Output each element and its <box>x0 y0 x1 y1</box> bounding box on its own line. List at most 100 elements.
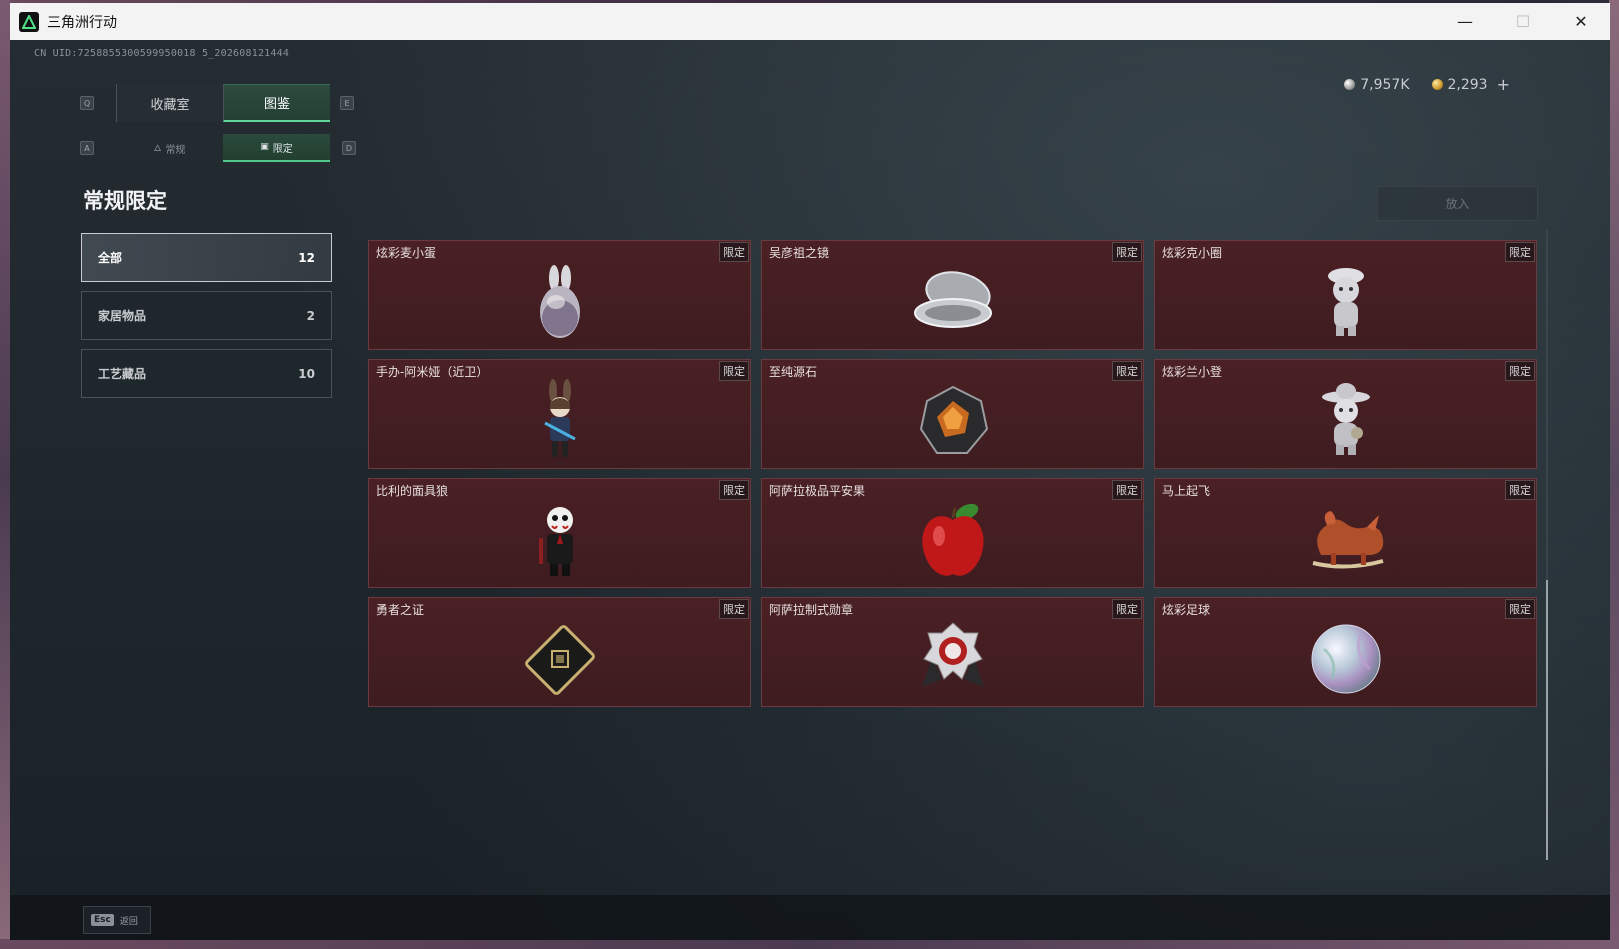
item-name: 阿萨拉制式勋章 <box>769 603 854 617</box>
item-card[interactable]: 勇者之证 限定 <box>368 597 751 707</box>
page-title: 常规限定 <box>83 189 167 213</box>
category-count: 12 <box>298 250 315 265</box>
window-controls: — ☐ ✕ <box>1436 3 1610 40</box>
card-icon <box>515 616 605 702</box>
main-tabs: 收藏室 图鉴 <box>116 84 330 122</box>
silver-currency: 7,957K <box>1344 75 1410 94</box>
bottom-bar <box>10 895 1610 940</box>
desktop-background-bottom <box>0 939 1619 949</box>
currency-display: 7,957K 2,293 + <box>1344 75 1510 94</box>
add-currency-button[interactable]: + <box>1497 75 1510 94</box>
egg-bunny-icon <box>515 259 605 345</box>
crystal-icon <box>908 378 998 464</box>
tab-limited[interactable]: ▣ 限定 <box>223 134 330 162</box>
key-q-hint: Q <box>80 96 94 110</box>
limited-badge: 限定 <box>1505 361 1535 381</box>
item-name: 勇者之证 <box>376 603 425 617</box>
item-card[interactable]: 至纯源石 限定 <box>761 359 1144 469</box>
limited-badge: 限定 <box>1112 599 1142 619</box>
limited-badge: 限定 <box>719 242 749 262</box>
gold-coin-icon <box>1431 79 1443 90</box>
image-icon: ▣ <box>260 142 269 152</box>
item-name: 炫彩克小圈 <box>1162 246 1223 260</box>
desktop-background-left <box>0 0 10 949</box>
category-craft-collectibles[interactable]: 工艺藏品 10 <box>81 349 332 398</box>
figure-hat-icon <box>1301 259 1391 345</box>
limited-badge: 限定 <box>719 480 749 500</box>
limited-badge: 限定 <box>1112 242 1142 262</box>
tab-regular-label: 常规 <box>165 144 186 156</box>
item-card[interactable]: 吴彦祖之镜 限定 <box>761 240 1144 350</box>
tab-regular[interactable]: 🜂 常规 <box>116 134 223 162</box>
silver-amount: 7,957K <box>1360 76 1410 93</box>
category-label: 全部 <box>98 251 123 265</box>
desktop-background-right <box>1609 0 1619 949</box>
category-list: 全部 12 家居物品 2 工艺藏品 10 <box>81 233 332 407</box>
limited-badge: 限定 <box>719 361 749 381</box>
scrollbar-thumb[interactable] <box>1546 580 1548 860</box>
item-card[interactable]: 炫彩兰小登 限定 <box>1154 359 1537 469</box>
esc-key-icon: Esc <box>91 914 114 926</box>
window-title: 三角洲行动 <box>47 14 117 31</box>
gold-amount: 2,293 <box>1447 76 1488 93</box>
category-count: 2 <box>306 308 315 323</box>
silver-coin-icon <box>1344 79 1356 90</box>
limited-badge: 限定 <box>1505 480 1535 500</box>
apple-icon <box>908 497 998 583</box>
ball-icon <box>1301 616 1391 702</box>
category-label: 工艺藏品 <box>98 367 147 381</box>
key-a-hint: A <box>80 141 94 155</box>
bunny-figure-icon <box>515 378 605 464</box>
key-d-hint: D <box>342 141 356 155</box>
item-card[interactable]: 比利的面具狼 限定 <box>368 478 751 588</box>
item-card[interactable]: 炫彩麦小蛋 限定 <box>368 240 751 350</box>
horse-icon <box>1301 497 1391 583</box>
flame-icon: 🜂 <box>153 144 162 154</box>
item-card[interactable]: 阿萨拉制式勋章 限定 <box>761 597 1144 707</box>
close-button[interactable]: ✕ <box>1552 3 1610 40</box>
sombrero-figure-icon <box>1301 378 1391 464</box>
maximize-button[interactable]: ☐ <box>1494 3 1552 40</box>
item-name: 马上起飞 <box>1162 484 1211 498</box>
item-name: 炫彩兰小登 <box>1162 365 1223 379</box>
medal-icon <box>908 616 998 702</box>
limited-badge: 限定 <box>1112 361 1142 381</box>
item-card[interactable]: 阿萨拉极品平安果 限定 <box>761 478 1144 588</box>
tab-catalog[interactable]: 图鉴 <box>223 84 330 122</box>
gold-currency: 2,293 + <box>1431 75 1510 94</box>
user-uid: CN UID:7258855300599950018 5_20260812144… <box>34 48 290 59</box>
item-name: 手办-阿米娅（近卫） <box>376 365 489 379</box>
item-name: 吴彦祖之镜 <box>769 246 830 260</box>
category-label: 家居物品 <box>98 309 147 323</box>
item-name: 炫彩麦小蛋 <box>376 246 437 260</box>
item-name: 阿萨拉极品平安果 <box>769 484 866 498</box>
key-e-hint: E <box>340 96 354 110</box>
item-name: 至纯源石 <box>769 365 818 379</box>
limited-badge: 限定 <box>719 599 749 619</box>
tab-collection-room[interactable]: 收藏室 <box>116 84 223 122</box>
limited-badge: 限定 <box>1112 480 1142 500</box>
compact-mirror-icon <box>908 259 998 345</box>
back-label: 返回 <box>119 916 138 927</box>
item-grid: 炫彩麦小蛋 限定 吴彦祖之镜 限定 炫彩克小圈 限定 手办-阿米娅（近卫） 限定… <box>368 240 1548 707</box>
puppet-icon <box>515 497 605 583</box>
put-in-button[interactable]: 放入 <box>1377 186 1538 221</box>
item-card[interactable]: 炫彩克小圈 限定 <box>1154 240 1537 350</box>
item-name: 炫彩足球 <box>1162 603 1211 617</box>
minimize-button[interactable]: — <box>1436 3 1494 40</box>
category-home-items[interactable]: 家居物品 2 <box>81 291 332 340</box>
item-card[interactable]: 手办-阿米娅（近卫） 限定 <box>368 359 751 469</box>
back-button[interactable]: Esc 返回 <box>83 906 151 934</box>
app-window: 三角洲行动 — ☐ ✕ CN UID:7258855300599950018 5… <box>10 3 1610 940</box>
game-viewport: CN UID:7258855300599950018 5_20260812144… <box>10 40 1610 940</box>
category-all[interactable]: 全部 12 <box>81 233 332 282</box>
limited-badge: 限定 <box>1505 242 1535 262</box>
sub-tabs: 🜂 常规 ▣ 限定 <box>116 134 330 162</box>
item-card[interactable]: 马上起飞 限定 <box>1154 478 1537 588</box>
title-bar[interactable]: 三角洲行动 — ☐ ✕ <box>10 3 1610 40</box>
limited-badge: 限定 <box>1505 599 1535 619</box>
app-logo-icon <box>19 11 39 32</box>
item-card[interactable]: 炫彩足球 限定 <box>1154 597 1537 707</box>
item-name: 比利的面具狼 <box>376 484 449 498</box>
tab-limited-label: 限定 <box>272 143 293 155</box>
